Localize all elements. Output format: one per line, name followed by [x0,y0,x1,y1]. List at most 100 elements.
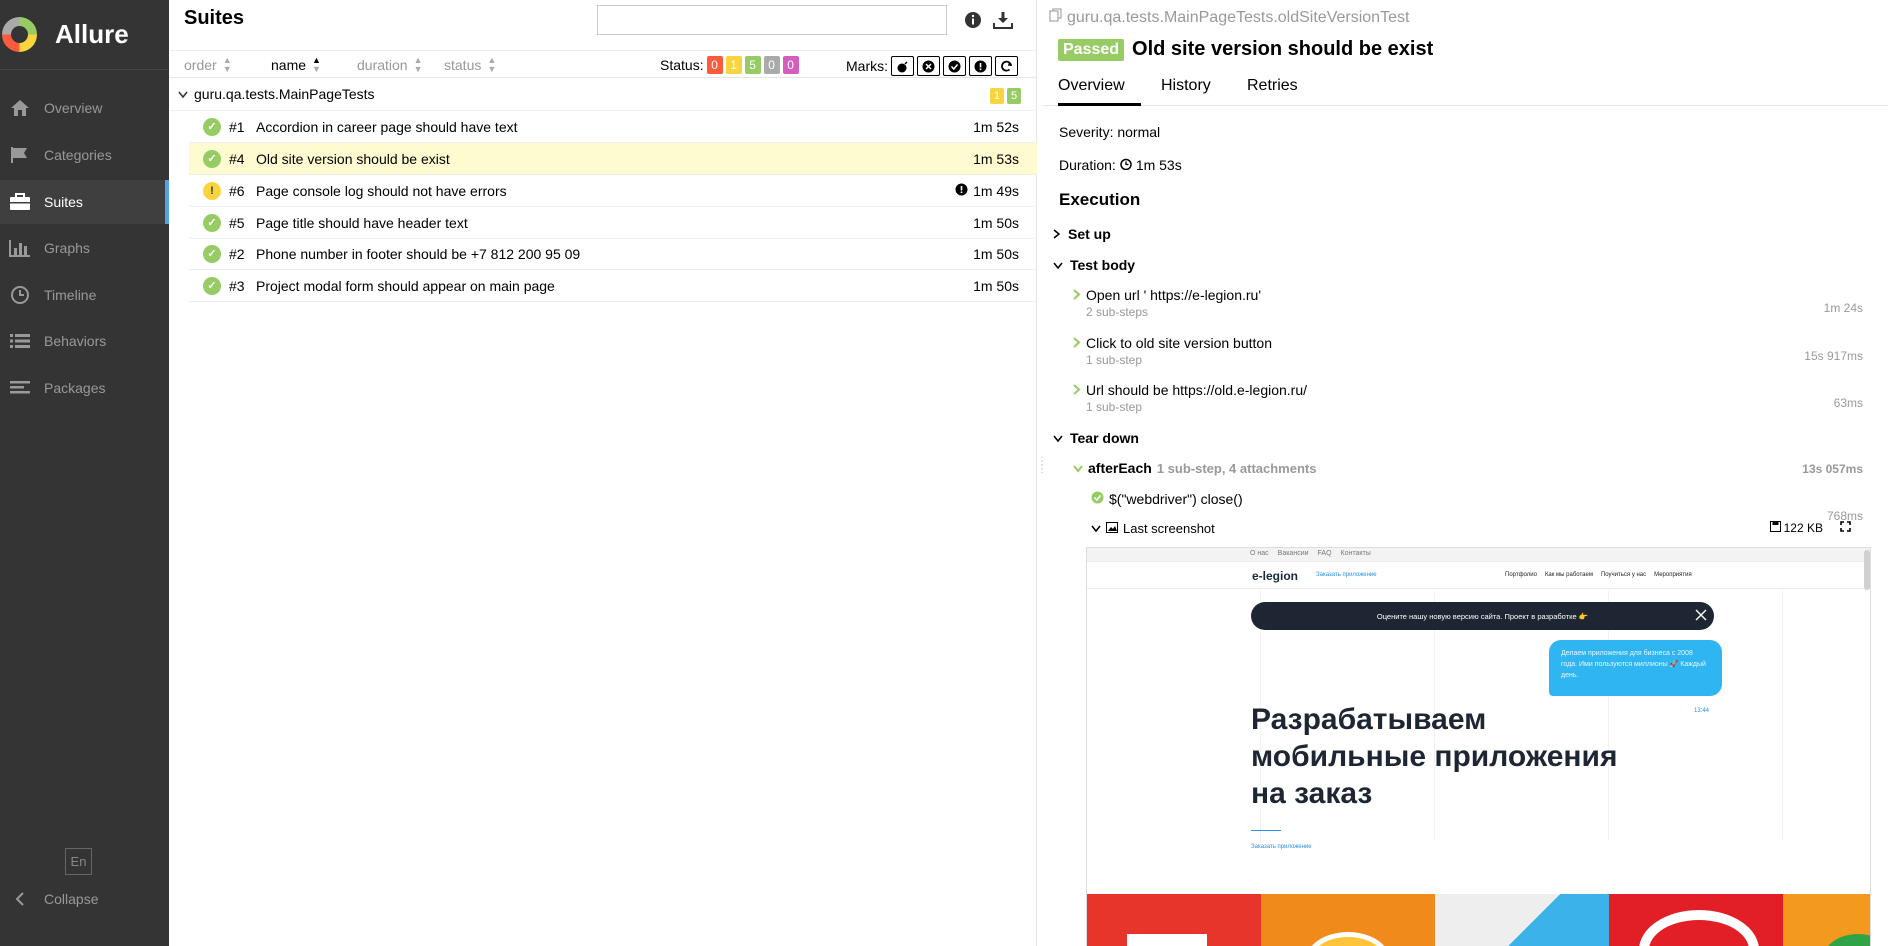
suites-pane: Suites order ▲ ▼ name ▲ ▼ duration ▲ ▼ status ▲… [170,0,1037,946]
test-row[interactable]: ✓ #5 Page title should have header text … [189,207,1037,239]
sort-name[interactable]: name ▲ ▼ [271,55,321,74]
status-skipped-badge[interactable]: 0 [763,56,780,74]
step-name: Click to old site version button [1086,335,1272,351]
step-name: Url should be https://old.e-legion.ru/ [1086,382,1308,398]
sort-duration-label: duration [357,57,408,73]
suite-name: guru.qa.tests.MainPageTests [194,86,375,102]
site-bubble-time: 13:44 [1694,708,1710,714]
test-name: Page console log should not have errors [256,182,507,199]
site-tile [1435,894,1609,946]
sort-arrows-icon: ▲ ▼ [487,55,497,74]
severity: Severity: normal [1059,124,1160,140]
sidebar-item-packages[interactable]: Packages [0,366,169,410]
home-icon [9,98,31,118]
attachment-row[interactable]: Last screenshot 122 KB [1091,521,1851,536]
search-input[interactable] [597,5,947,35]
retries-icon[interactable] [995,56,1018,76]
chevron-right-icon [1073,287,1081,303]
duration: Duration: 1m 53s [1059,157,1182,173]
step[interactable]: Click to old site version button 1 sub-s… [1073,335,1863,367]
sidebar-item-behaviors[interactable]: Behaviors [0,319,169,363]
sort-arrows-icon: ▲ ▼ [413,55,423,74]
copy-icon[interactable] [1049,8,1063,27]
test-body-section[interactable]: Test body [1053,257,1135,273]
step[interactable]: Url should be https://old.e-legion.ru/ 1… [1073,382,1863,414]
close-step[interactable]: $("webdriver") close() 768ms [1091,491,1863,523]
sidebar-item-label: Overview [44,100,103,116]
suite-passed-count: 5 [1007,88,1021,104]
sort-status[interactable]: status ▲ ▼ [444,55,497,74]
setup-section[interactable]: Set up [1053,226,1111,242]
step-name: Open url ' https://e-legion.ru' [1086,287,1261,303]
site-order-link: Заказать приложение [1316,572,1377,578]
testcase-header: Passed Old site version should be exist [1058,38,1433,61]
status-unknown-badge[interactable]: 0 [782,56,799,74]
sort-duration[interactable]: duration ▲ ▼ [357,55,423,74]
download-icon[interactable] [993,10,1013,30]
duration-label: Duration: [1059,157,1116,173]
suite-counts: 1 5 [990,88,1021,104]
test-duration: 1m 50s [973,277,1019,294]
passed-icon: ✓ [203,244,221,263]
teardown-section[interactable]: Tear down [1053,430,1139,446]
briefcase-icon [9,192,31,212]
tab-history[interactable]: History [1161,77,1211,106]
test-row[interactable]: ✓ #4 Old site version should be exist 1m… [189,143,1037,175]
info-icon[interactable] [963,10,983,30]
bar-chart-icon [9,238,31,258]
tab-overview[interactable]: Overview [1058,77,1141,106]
language-button[interactable]: En [65,848,92,875]
test-row[interactable]: ✓ #3 Project modal form should appear on… [189,270,1037,302]
chevron-left-icon [9,892,31,906]
brand[interactable]: Allure [0,0,169,70]
stopwatch-icon [1120,157,1132,173]
test-duration: 1m 50s [973,245,1019,262]
chevron-down-icon [1091,521,1101,536]
sidebar-item-label: Suites [44,194,83,210]
test-duration: 1m 49s [973,182,1019,199]
step-duration: 15s 917ms [1804,349,1863,363]
step-substeps: 1 sub-step [1086,353,1143,367]
test-row[interactable]: ✓ #2 Phone number in footer should be +7… [189,238,1037,270]
test-number: #1 [229,118,245,135]
status-broken-badge[interactable]: 1 [725,56,742,74]
execution-heading: Execution [1059,190,1141,209]
site-banner: Оцените нашу новую версию сайта. Проект … [1251,602,1714,630]
sidebar-item-timeline[interactable]: Timeline [0,273,169,317]
collapse-button[interactable]: Collapse [0,882,169,916]
test-duration: 1m 52s [973,118,1019,135]
suite-group[interactable]: guru.qa.tests.MainPageTests 1 5 [170,80,1037,111]
flaky-bomb-icon[interactable] [891,56,914,76]
test-row[interactable]: ! #6 Page console log should not have er… [189,175,1037,207]
status-passed-badge[interactable]: 5 [744,56,761,74]
step-name: $("webdriver") close() [1109,491,1243,507]
after-each-step[interactable]: afterEach 1 sub-step, 4 attachments 13s 0… [1073,460,1863,476]
passed-icon: ✓ [203,213,221,232]
step[interactable]: Open url ' https://e-legion.ru' 2 sub-st… [1073,287,1863,319]
new-passed-icon[interactable] [943,56,966,76]
sidebar-item-overview[interactable]: Overview [0,86,169,130]
sidebar-item-graphs[interactable]: Graphs [0,226,169,270]
scrollbar-thumb[interactable] [1864,550,1870,590]
status-failed-badge[interactable]: 0 [706,56,723,74]
site-topnav-link: О нас [1250,550,1269,557]
sidebar-item-suites[interactable]: Suites [0,180,169,224]
test-name: Page title should have header text [256,214,468,231]
sidebar-item-label: Behaviors [44,333,107,349]
site-hero-line: Разрабатываем [1251,703,1487,736]
step-substeps: 1 sub-step [1086,400,1143,414]
fullscreen-icon[interactable] [1840,521,1851,535]
chevron-right-icon [1053,226,1061,242]
sort-asc-icon: ▲ ▼ [312,55,321,74]
sort-order[interactable]: order ▲ ▼ [184,56,232,74]
new-failed-icon[interactable] [917,56,940,76]
test-number: #3 [229,277,245,294]
sidebar-item-categories[interactable]: Categories [0,133,169,177]
test-row[interactable]: ✓ #1 Accordion in career page should hav… [189,111,1037,143]
new-broken-icon[interactable] [969,56,992,76]
suite-group-label: guru.qa.tests.MainPageTests [178,86,375,102]
sort-status-label: status [444,57,482,73]
test-duration: 1m 50s [973,214,1019,231]
tab-retries[interactable]: Retries [1247,77,1298,106]
chevron-down-icon [1053,430,1063,446]
